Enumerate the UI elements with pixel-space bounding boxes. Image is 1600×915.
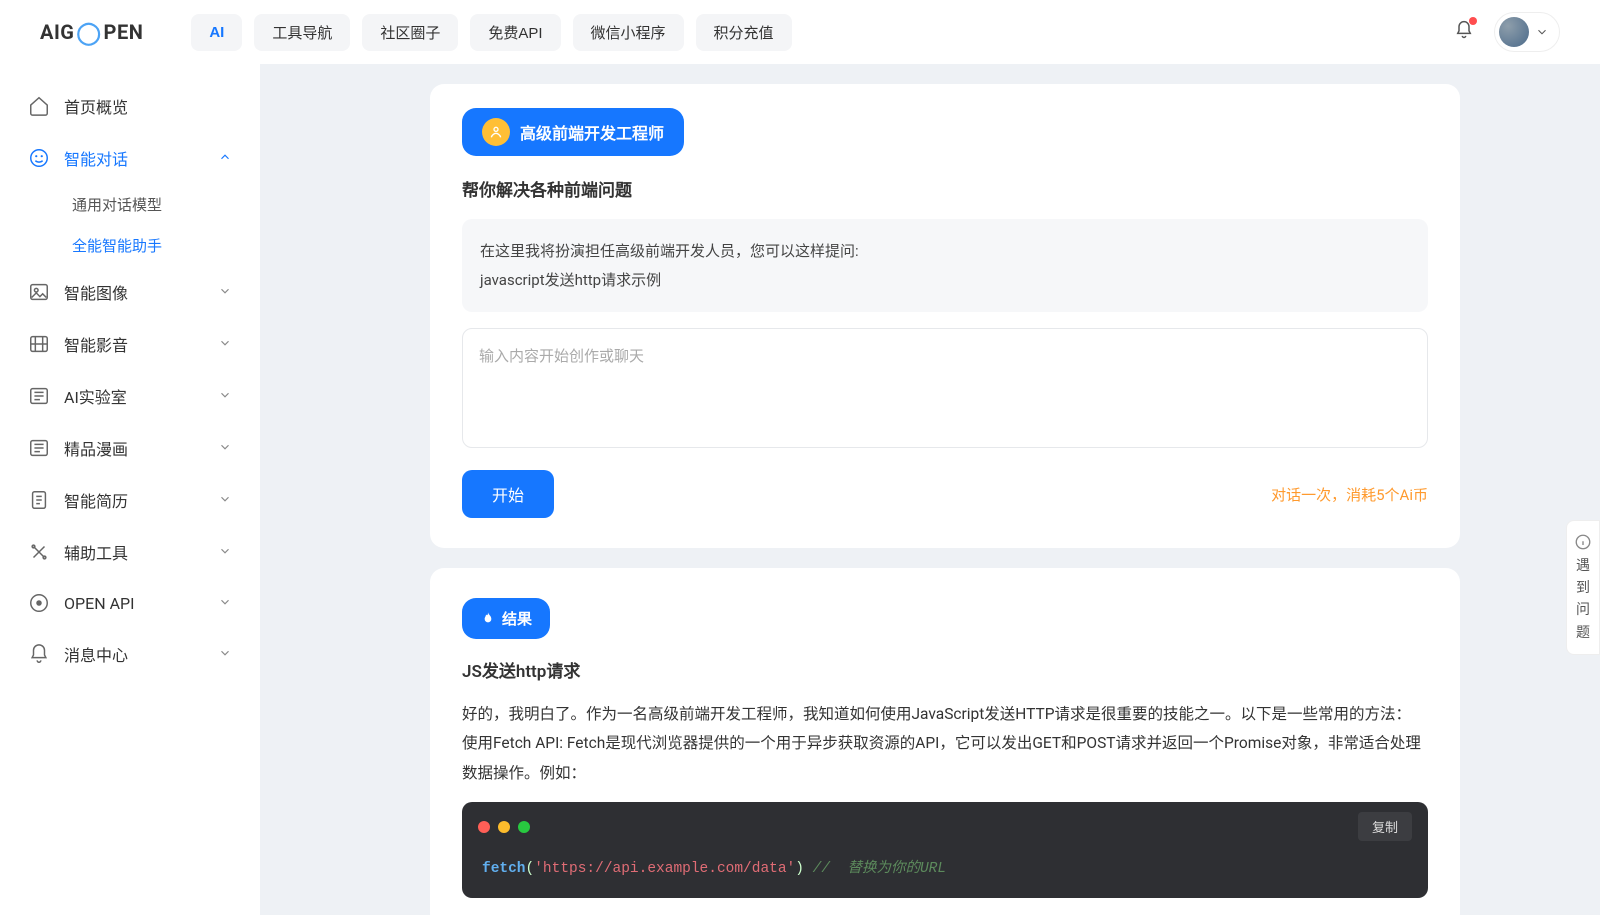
code-body: fetch('https://api.example.com/data') //… xyxy=(462,851,1428,898)
sidebar: 首页概览 智能对话 通用对话模型 全能智能助手 智能图像 智能影音 AI实验室 … xyxy=(0,64,260,915)
example-line: javascript发送http请求示例 xyxy=(480,266,1410,295)
sidebar-item-label: 智能图像 xyxy=(64,280,128,304)
sidebar-item-resume[interactable]: 智能简历 xyxy=(0,474,260,526)
help-tab[interactable]: 遇 到 问 题 xyxy=(1566,520,1600,655)
logo-o-icon: ◯ xyxy=(76,21,101,46)
sidebar-item-openapi[interactable]: OPEN API xyxy=(0,578,260,628)
nav-tab-tools[interactable]: 工具导航 xyxy=(254,14,350,51)
sidebar-subitem-smart-assistant[interactable]: 全能智能助手 xyxy=(0,225,260,266)
chevron-down-icon xyxy=(218,646,232,660)
flame-icon xyxy=(480,611,496,627)
comic-icon xyxy=(28,437,50,459)
bell-icon xyxy=(28,643,50,665)
header-right xyxy=(1454,12,1560,52)
chevron-down-icon xyxy=(1535,25,1549,39)
video-icon xyxy=(28,333,50,355)
chat-icon xyxy=(28,147,50,169)
chat-input[interactable] xyxy=(462,328,1428,448)
sidebar-item-home[interactable]: 首页概览 xyxy=(0,80,260,132)
nav-tab-ai[interactable]: AI xyxy=(191,14,242,51)
chevron-down-icon xyxy=(218,595,232,609)
sidebar-item-label: 消息中心 xyxy=(64,642,128,666)
action-row: 开始 对话一次，消耗5个Ai币 xyxy=(462,470,1428,518)
api-icon xyxy=(28,592,50,614)
sidebar-item-label: OPEN API xyxy=(64,594,134,613)
result-body: 好的，我明白了。作为一名高级前端开发工程师，我知道如何使用JavaScript发… xyxy=(462,700,1428,898)
sidebar-item-label: 首页概览 xyxy=(64,94,128,118)
nav-tab-wechat[interactable]: 微信小程序 xyxy=(573,14,684,51)
chevron-down-icon xyxy=(218,492,232,506)
lab-icon xyxy=(28,385,50,407)
sidebar-item-label: AI实验室 xyxy=(64,384,127,408)
code-header: 复制 xyxy=(462,802,1428,851)
prompt-subtitle: 帮你解决各种前端问题 xyxy=(462,176,1428,201)
result-title: JS发送http请求 xyxy=(462,657,1428,682)
sidebar-item-messages[interactable]: 消息中心 xyxy=(0,628,260,680)
sidebar-item-label: 辅助工具 xyxy=(64,540,128,564)
home-icon xyxy=(28,95,50,117)
chevron-down-icon xyxy=(218,336,232,350)
logo[interactable]: AIG◯PEN xyxy=(40,20,143,45)
resume-icon xyxy=(28,489,50,511)
sidebar-item-chat[interactable]: 智能对话 xyxy=(0,132,260,184)
window-dots-icon xyxy=(478,821,530,833)
code-block: 复制 fetch('https://api.example.com/data')… xyxy=(462,802,1428,898)
nav-tab-credits[interactable]: 积分充值 xyxy=(696,14,792,51)
sidebar-item-label: 智能对话 xyxy=(64,146,128,170)
nav-tabs: AI 工具导航 社区圈子 免费API 微信小程序 积分充值 xyxy=(191,14,791,51)
role-badge-icon xyxy=(482,118,510,146)
nav-tab-freeapi[interactable]: 免费API xyxy=(470,14,560,51)
cost-note: 对话一次，消耗5个Ai币 xyxy=(1271,484,1428,505)
user-menu-button[interactable] xyxy=(1494,12,1560,52)
sidebar-item-label: 智能影音 xyxy=(64,332,128,356)
avatar xyxy=(1499,17,1529,47)
sidebar-item-video[interactable]: 智能影音 xyxy=(0,318,260,370)
tools-icon xyxy=(28,541,50,563)
sidebar-item-tools[interactable]: 辅助工具 xyxy=(0,526,260,578)
main-content: 高级前端开发工程师 帮你解决各种前端问题 在这里我将扮演担任高级前端开发人员，您… xyxy=(260,64,1600,915)
notification-dot-icon xyxy=(1469,17,1477,25)
info-icon xyxy=(1574,533,1592,551)
sidebar-item-image[interactable]: 智能图像 xyxy=(0,266,260,318)
role-pill: 高级前端开发工程师 xyxy=(462,108,684,156)
result-paragraph: 好的，我明白了。作为一名高级前端开发工程师，我知道如何使用JavaScript发… xyxy=(462,700,1428,729)
copy-button[interactable]: 复制 xyxy=(1358,812,1412,841)
image-icon xyxy=(28,281,50,303)
chevron-down-icon xyxy=(218,544,232,558)
prompt-card: 高级前端开发工程师 帮你解决各种前端问题 在这里我将扮演担任高级前端开发人员，您… xyxy=(430,84,1460,548)
example-line: 在这里我将扮演担任高级前端开发人员，您可以这样提问: xyxy=(480,237,1410,266)
result-paragraph: 使用Fetch API: Fetch是现代浏览器提供的一个用于异步获取资源的AP… xyxy=(462,729,1428,788)
header: AIG◯PEN AI 工具导航 社区圈子 免费API 微信小程序 积分充值 xyxy=(0,0,1600,64)
chevron-up-icon xyxy=(218,150,232,164)
result-card: 结果 JS发送http请求 好的，我明白了。作为一名高级前端开发工程师，我知道如… xyxy=(430,568,1460,915)
chevron-down-icon xyxy=(218,440,232,454)
result-pill-label: 结果 xyxy=(502,608,532,629)
example-box: 在这里我将扮演担任高级前端开发人员，您可以这样提问: javascript发送h… xyxy=(462,219,1428,312)
sidebar-item-label: 智能简历 xyxy=(64,488,128,512)
chevron-down-icon xyxy=(218,388,232,402)
start-button[interactable]: 开始 xyxy=(462,470,554,518)
nav-tab-community[interactable]: 社区圈子 xyxy=(362,14,458,51)
role-pill-label: 高级前端开发工程师 xyxy=(520,120,664,144)
sidebar-item-label: 精品漫画 xyxy=(64,436,128,460)
chevron-down-icon xyxy=(218,284,232,298)
result-pill: 结果 xyxy=(462,598,550,639)
sidebar-item-lab[interactable]: AI实验室 xyxy=(0,370,260,422)
sidebar-item-comic[interactable]: 精品漫画 xyxy=(0,422,260,474)
sidebar-subitem-generic-chat[interactable]: 通用对话模型 xyxy=(0,184,260,225)
notifications-button[interactable] xyxy=(1454,20,1474,44)
